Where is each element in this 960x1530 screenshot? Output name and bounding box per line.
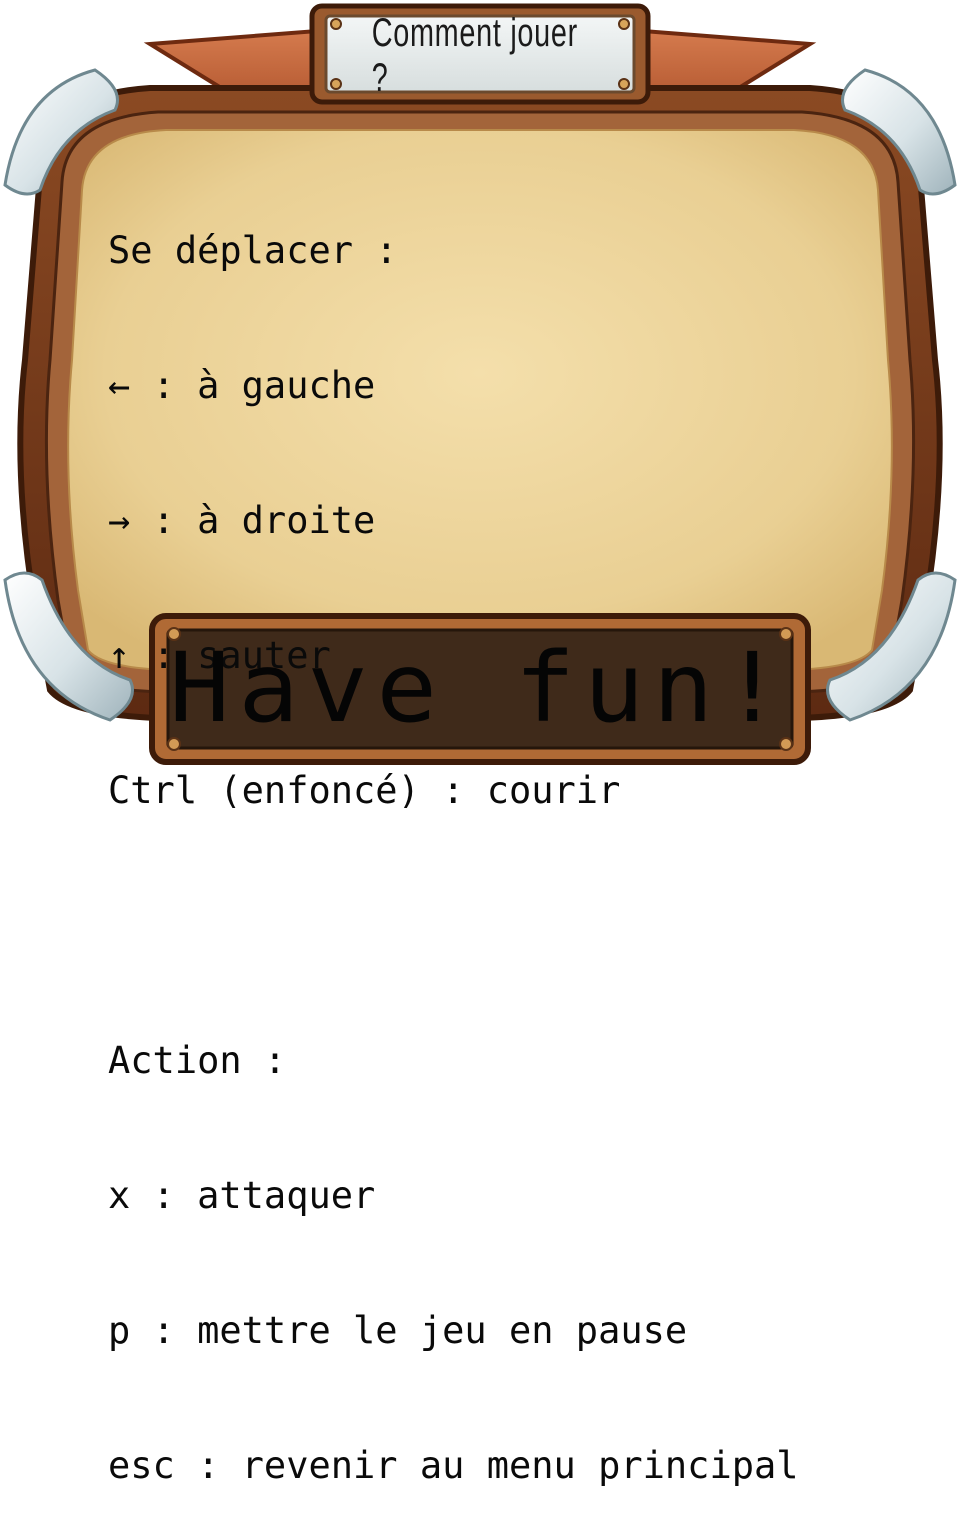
menu-line: esc : revenir au menu principal (108, 1444, 799, 1487)
attack-line: x : attaquer (108, 1174, 376, 1217)
move-right-line: → : à droite (108, 499, 376, 542)
section-gap (108, 903, 898, 948)
run-line: Ctrl (enfoncé) : courir (108, 769, 621, 812)
action-heading: Action : (108, 1039, 287, 1082)
move-left-line: ← : à gauche (108, 364, 376, 407)
instructions-panel: Se déplacer : ← : à gauche → : à droite … (108, 138, 898, 1530)
pause-line: p : mettre le jeu en pause (108, 1309, 688, 1352)
move-heading: Se déplacer : (108, 229, 398, 272)
title-text: Comment jouer ? (371, 11, 578, 100)
have-fun-text: Have fun! (169, 632, 791, 744)
